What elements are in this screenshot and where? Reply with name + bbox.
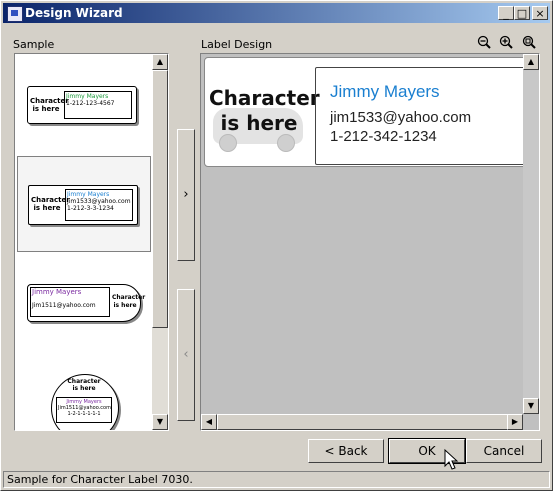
sample-email: Jim1511@yahoo.com	[32, 302, 96, 309]
zoom-out-icon[interactable]	[477, 35, 491, 49]
app-icon	[7, 6, 23, 22]
info-box[interactable]: Jimmy Mayers jim1533@yahoo.com 1-212-342…	[315, 67, 525, 165]
chevron-right-icon: ›	[183, 187, 189, 202]
label-design-label: Label Design	[201, 38, 273, 51]
sample-character-text: Character is here	[30, 97, 69, 113]
label-preview[interactable]: Character is here Jimmy Mayers jim1533@y…	[204, 57, 528, 167]
label-name[interactable]: Jimmy Mayers	[330, 82, 440, 102]
zoom-fit-icon[interactable]	[522, 35, 536, 49]
sample-phone: 1-2-1-1-1-1-1	[67, 411, 101, 417]
window-title: Design Wizard	[25, 6, 123, 20]
remove-arrow-button[interactable]: ‹	[177, 289, 195, 421]
wheel-icon	[277, 134, 295, 152]
mouse-cursor-icon	[444, 448, 459, 470]
sample-label-preview: Character is here Jimmy Mayers Jim1511@y…	[51, 374, 119, 430]
status-text: Sample for Character Label 7030.	[7, 473, 193, 486]
label-email[interactable]: jim1533@yahoo.com	[330, 109, 471, 126]
minimize-button[interactable]: _	[498, 6, 514, 20]
maximize-button[interactable]: □	[514, 6, 530, 20]
sample-name: Jimmy Mayers	[67, 191, 110, 198]
design-horizontal-scrollbar[interactable]: ◀ ▶	[201, 414, 523, 430]
sample-email: Jim1533@yahoo.com	[67, 198, 131, 205]
sample-info-box: Jimmy Mayers Jim1511@yahoo.com	[30, 287, 110, 317]
wheel-icon	[219, 134, 237, 152]
scroll-up-icon[interactable]: ▲	[523, 54, 539, 70]
chevron-left-icon: ‹	[183, 347, 189, 362]
design-vertical-scrollbar[interactable]: ▲ ▼	[523, 54, 539, 414]
design-wizard-window: Design Wizard _ □ × Sample Label Design …	[0, 0, 553, 491]
sample-item[interactable]: Character is here Jimmy Mayers 1-212-123…	[17, 56, 151, 152]
back-button[interactable]: < Back	[308, 439, 384, 463]
sample-info-box: Jimmy Mayers Jim1533@yahoo.com 1-212-3-3…	[65, 189, 133, 221]
label-phone[interactable]: 1-212-342-1234	[330, 128, 437, 145]
sample-label-preview: Character is here Jimmy Mayers 1-212-123…	[27, 86, 137, 124]
status-bar: Sample for Character Label 7030.	[3, 471, 550, 488]
add-arrow-button[interactable]: ›	[177, 129, 195, 261]
sample-character-text: Character is here	[112, 294, 146, 309]
sample-name: Jimmy Mayers	[66, 93, 109, 100]
sample-name: Jimmy Mayers	[32, 288, 82, 296]
zoom-in-icon[interactable]	[499, 35, 513, 49]
cancel-button[interactable]: Cancel	[466, 439, 542, 463]
character-text: Character is here	[209, 86, 320, 135]
title-bar: Design Wizard _ □ ×	[3, 3, 550, 23]
close-button[interactable]: ×	[532, 6, 548, 20]
scroll-right-icon[interactable]: ▶	[507, 414, 523, 430]
sample-item[interactable]: Character is here Jimmy Mayers Jim1511@y…	[17, 354, 151, 430]
sample-label-preview: Character is here Jimmy Mayers Jim1533@y…	[28, 185, 138, 225]
sample-label-preview: Jimmy Mayers Jim1511@yahoo.com Character…	[27, 284, 146, 322]
sample-vertical-scrollbar[interactable]: ▲ ▼	[152, 54, 168, 430]
sample-character-text: Character is here	[67, 378, 101, 392]
sample-phone: 1-212-123-4567	[66, 100, 115, 107]
sample-phone: 1-212-3-3-1234	[67, 205, 114, 212]
scroll-down-icon[interactable]: ▼	[523, 398, 539, 414]
sample-info-box: Jimmy Mayers Jim1511@yahoo.com 1-2-1-1-1…	[56, 397, 112, 423]
sample-item[interactable]: Jimmy Mayers Jim1511@yahoo.com Character…	[17, 254, 151, 350]
sample-label: Sample	[13, 38, 55, 51]
sample-item-selected[interactable]: Character is here Jimmy Mayers Jim1533@y…	[17, 156, 151, 252]
sample-info-box: Jimmy Mayers 1-212-123-4567	[64, 91, 132, 119]
label-design-canvas[interactable]: Character is here Jimmy Mayers jim1533@y…	[200, 53, 540, 431]
scroll-thumb[interactable]	[152, 70, 168, 328]
scroll-down-icon[interactable]: ▼	[152, 414, 168, 430]
sample-character-text: Character is here	[31, 196, 70, 212]
scroll-up-icon[interactable]: ▲	[152, 54, 168, 70]
sample-list[interactable]: Character is here Jimmy Mayers 1-212-123…	[14, 53, 169, 431]
scroll-thumb[interactable]	[217, 414, 523, 430]
scroll-left-icon[interactable]: ◀	[201, 414, 217, 430]
